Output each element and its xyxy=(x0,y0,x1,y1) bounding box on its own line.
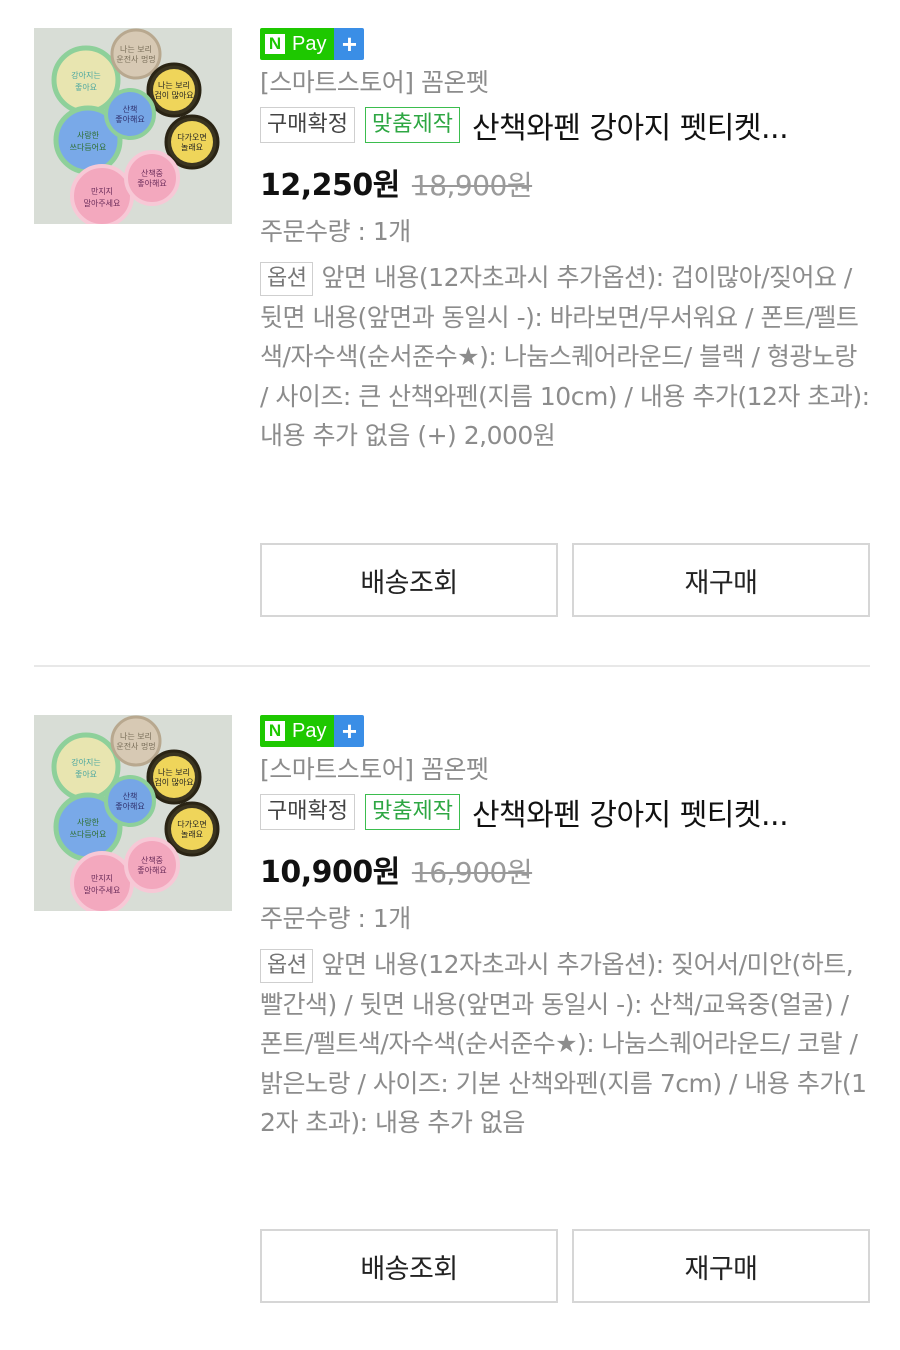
order-info: N Pay + [스마트스토어] 꼼온펫 구매확정 맞춤제작 산책와펜 강아지 … xyxy=(260,28,872,456)
option-tag: 옵션 xyxy=(260,949,314,983)
product-title-row[interactable]: 구매확정 맞춤제작 산책와펜 강아지 펫티켓... xyxy=(260,106,872,144)
plus-icon: + xyxy=(334,715,365,747)
option-details: 옵션 앞면 내용(12자초과시 추가옵션): 짖어서/미안(하트,빨간색) / 뒷… xyxy=(260,945,872,1143)
plus-icon: + xyxy=(334,28,365,60)
patch-text: 좋아해요 xyxy=(137,865,166,875)
purchase-confirmed-tag: 구매확정 xyxy=(260,794,355,830)
custom-made-tag: 맞춤제작 xyxy=(364,107,460,143)
patch-text: 만지지 xyxy=(91,874,113,883)
patch-text: 만지지 xyxy=(91,187,113,196)
track-delivery-button[interactable]: 배송조회 xyxy=(260,1229,558,1303)
patch-text: 말아주세요 xyxy=(84,885,121,895)
naver-n-icon: N xyxy=(260,715,290,747)
price-row: 12,250원 18,900원 xyxy=(260,160,872,203)
sale-price: 12,250원 xyxy=(260,168,400,203)
patch-text: 산책 xyxy=(123,791,138,801)
patch-text: 사랑한 xyxy=(77,130,100,140)
patch-text: 산책 xyxy=(123,104,138,114)
option-tag: 옵션 xyxy=(260,262,314,296)
option-text: 앞면 내용(12자초과시 추가옵션): 겁이많아/짖어요 / 뒷면 내용(앞면과… xyxy=(260,263,870,450)
patch-text: 나는 보리 xyxy=(158,768,190,777)
npay-pay-label: Pay xyxy=(290,28,335,60)
rebuy-button[interactable]: 재구매 xyxy=(572,543,870,617)
original-price: 16,900원 xyxy=(411,856,533,889)
store-name[interactable]: [스마트스토어] 꼼온펫 xyxy=(260,753,872,787)
track-delivery-button[interactable]: 배송조회 xyxy=(260,543,558,617)
patch-text: 다가오면 xyxy=(177,819,206,829)
rebuy-button[interactable]: 재구매 xyxy=(572,1229,870,1303)
product-title[interactable]: 산책와펜 강아지 펫티켓... xyxy=(472,106,788,144)
product-thumbnail[interactable]: 강아지는 좋아요 나는 보리 운전사 멍멍 나는 보리 겁이 많아요 사랑한 쓰… xyxy=(34,715,232,911)
naver-n-icon: N xyxy=(260,28,290,60)
order-actions: 배송조회 재구매 xyxy=(260,543,870,617)
patch-text: 강아지는 xyxy=(71,70,100,80)
patch-text: 운전사 멍멍 xyxy=(116,54,155,64)
patch-text: 다가오면 xyxy=(177,132,206,142)
patch-text: 나는 보리 xyxy=(120,732,152,741)
npay-plus-badge: N Pay + xyxy=(260,28,365,60)
product-title-row[interactable]: 구매확정 맞춤제작 산책와펜 강아지 펫티켓... xyxy=(260,793,872,831)
custom-made-tag: 맞춤제작 xyxy=(364,794,460,830)
patch-text: 산책중 xyxy=(141,855,163,865)
patch-text: 사랑한 xyxy=(77,817,100,827)
patch-text: 좋아해요 xyxy=(115,801,144,811)
patch-text: 겁이 많아요 xyxy=(154,777,193,787)
option-details: 옵션 앞면 내용(12자초과시 추가옵션): 겁이많아/짖어요 / 뒷면 내용(앞… xyxy=(260,258,872,456)
patch-text: 나는 보리 xyxy=(120,45,152,54)
patch-text: 좋아요 xyxy=(75,769,97,779)
patch-text: 말아주세요 xyxy=(84,198,121,208)
order-quantity: 주문수량 : 1개 xyxy=(260,217,411,246)
patch-text: 쓰다듬어요 xyxy=(70,829,107,839)
patch-text: 나는 보리 xyxy=(158,81,190,90)
price-row: 10,900원 16,900원 xyxy=(260,847,872,890)
order-quantity: 주문수량 : 1개 xyxy=(260,904,411,933)
patch-text: 놀래요 xyxy=(181,143,203,152)
order-actions: 배송조회 재구매 xyxy=(260,1229,870,1303)
purchase-confirmed-tag: 구매확정 xyxy=(260,107,355,143)
patch-text: 쓰다듬어요 xyxy=(70,142,107,152)
product-title[interactable]: 산책와펜 강아지 펫티켓... xyxy=(472,793,788,831)
patch-text: 운전사 멍멍 xyxy=(116,741,155,751)
npay-pay-label: Pay xyxy=(290,715,335,747)
patch-text: 좋아해요 xyxy=(137,178,166,188)
patch-text: 산책중 xyxy=(141,168,163,178)
product-thumbnail[interactable]: 강아지는 좋아요 나는 보리 운전사 멍멍 나는 보리 겁이 많아요 사랑한 쓰… xyxy=(34,28,232,224)
patch-text: 강아지는 xyxy=(71,757,100,767)
patch-text: 좋아요 xyxy=(75,82,97,92)
sale-price: 10,900원 xyxy=(260,855,400,890)
option-text: 앞면 내용(12자초과시 추가옵션): 짖어서/미안(하트,빨간색) / 뒷면 … xyxy=(260,950,867,1137)
store-name[interactable]: [스마트스토어] 꼼온펫 xyxy=(260,66,872,100)
patch-text: 좋아해요 xyxy=(115,114,144,124)
order-divider xyxy=(34,665,870,667)
patch-text: 겁이 많아요 xyxy=(154,90,193,100)
npay-plus-badge: N Pay + xyxy=(260,715,365,747)
patch-text: 놀래요 xyxy=(181,830,203,839)
order-info: N Pay + [스마트스토어] 꼼온펫 구매확정 맞춤제작 산책와펜 강아지 … xyxy=(260,715,872,1143)
original-price: 18,900원 xyxy=(411,169,533,202)
